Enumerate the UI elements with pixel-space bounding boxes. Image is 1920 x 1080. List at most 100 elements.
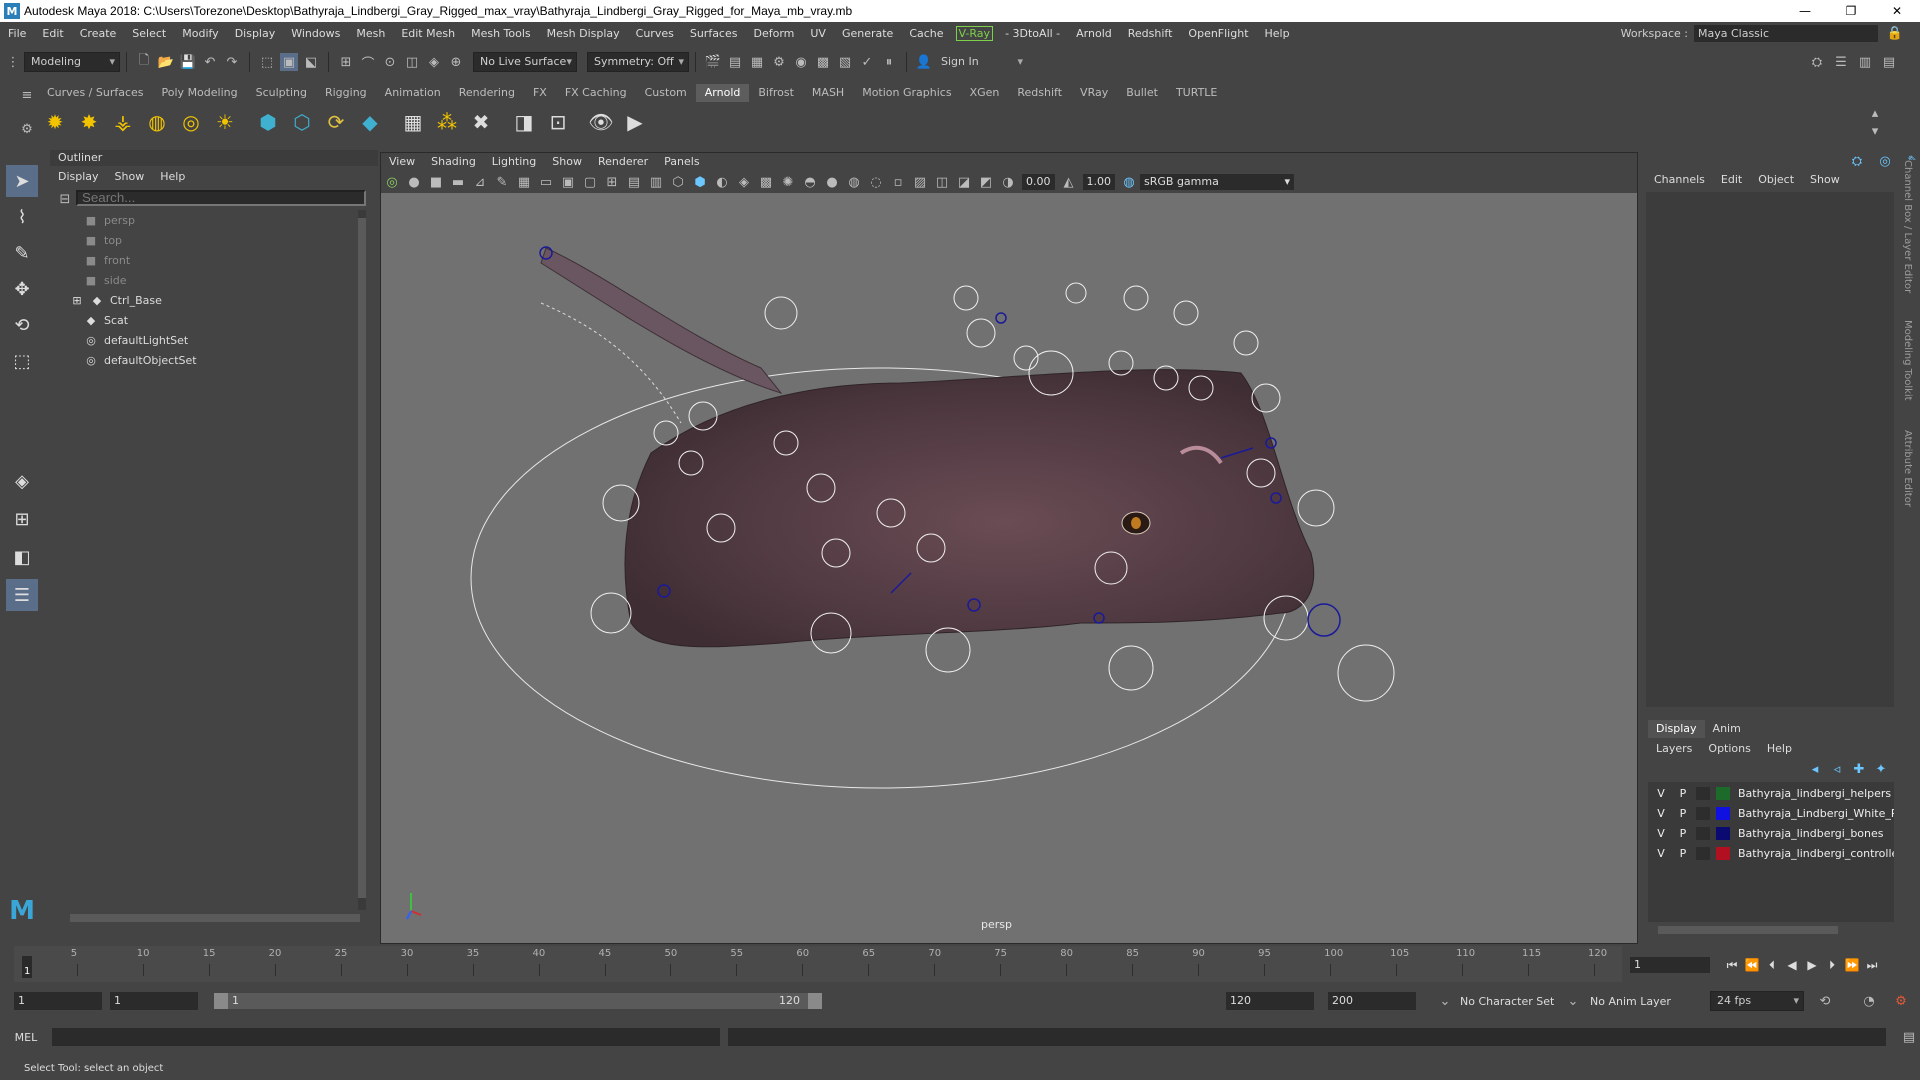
move-tool-icon[interactable]: ✥	[6, 273, 38, 305]
channel-box-settings-icon[interactable]: ◎	[1876, 152, 1894, 170]
menu-set-dropdown[interactable]: Modeling	[24, 52, 120, 72]
film-gate-icon[interactable]: ▭	[537, 173, 555, 191]
expand-icon[interactable]: ⊞	[70, 292, 84, 310]
menu-cache[interactable]: Cache	[901, 27, 951, 40]
menu-help[interactable]: Help	[1257, 27, 1298, 40]
channel-box-menu-object[interactable]: Object	[1750, 170, 1802, 190]
image-plane-icon[interactable]: ▬	[449, 173, 467, 191]
outliner-item-side[interactable]: ■ side	[84, 272, 127, 290]
joint[interactable]	[995, 312, 1007, 324]
shelf-tab-custom[interactable]: Custom	[636, 84, 696, 102]
menu-create[interactable]: Create	[72, 27, 125, 40]
outliner-item-scat[interactable]: ◆ Scat	[84, 312, 128, 330]
layer-color-swatch[interactable]	[1716, 807, 1730, 820]
time-slider[interactable]: 1 5 10 15 20 25 30 35 40 45 50 55 60 65 70 75 80 85 90 95 1…	[14, 946, 1622, 982]
menu-display[interactable]: Display	[227, 27, 284, 40]
controller[interactable]	[590, 592, 632, 634]
four-pane-layout-icon[interactable]: ⊞	[6, 503, 38, 535]
safe-title-icon[interactable]: ▥	[647, 173, 665, 191]
command-language-label[interactable]: MEL	[0, 1031, 52, 1044]
tab-display[interactable]: Display	[1648, 720, 1705, 738]
shelf-tab-redshift[interactable]: Redshift	[1008, 84, 1071, 102]
layer-playback-toggle[interactable]: P	[1676, 804, 1690, 823]
render-setup-icon[interactable]: ▩	[814, 53, 832, 71]
textured-icon[interactable]: ▩	[757, 173, 775, 191]
viewport-canvas[interactable]: persp	[381, 193, 1637, 943]
snap-curve-icon[interactable]: ⌒	[359, 53, 377, 72]
outliner-layout-icon[interactable]: ☰	[6, 579, 38, 611]
mesh-light-icon[interactable]: ✸	[75, 108, 103, 136]
ray-body-mesh[interactable]	[624, 369, 1315, 648]
live-surface-dropdown[interactable]: No Live Surface	[473, 52, 577, 72]
anim-layer-icon[interactable]: ⌄	[1564, 992, 1582, 1010]
save-scene-icon[interactable]: 💾	[179, 53, 197, 71]
layer-playback-toggle[interactable]: P	[1676, 824, 1690, 843]
undo-icon[interactable]: ↶	[201, 53, 219, 71]
menu-modify[interactable]: Modify	[174, 27, 226, 40]
toggle-channel-box-icon[interactable]: ▤	[1880, 53, 1898, 71]
export-standin-icon[interactable]: ⬡	[288, 108, 316, 136]
shelf-tab-turtle[interactable]: TURTLE	[1167, 84, 1226, 102]
grid-icon[interactable]: ▦	[515, 173, 533, 191]
anti-aliasing-icon[interactable]: ◌	[867, 173, 885, 191]
channel-box-menu-edit[interactable]: Edit	[1713, 170, 1750, 190]
safe-action-icon[interactable]: ▤	[625, 173, 643, 191]
snap-surface-icon[interactable]: ◈	[425, 53, 443, 71]
outliner-item-front[interactable]: ■ front	[84, 252, 130, 270]
light-editor-icon[interactable]: ⁂	[433, 108, 461, 136]
paint-select-tool-icon[interactable]: ✎	[6, 237, 38, 269]
lasso-tool-icon[interactable]: ⌇	[6, 201, 38, 233]
light-portal-icon[interactable]: ◎	[177, 108, 205, 136]
menu-vray[interactable]: V-Ray	[955, 25, 994, 41]
shelf-tab-curves-surfaces[interactable]: Curves / Surfaces	[38, 84, 153, 102]
field-chart-icon[interactable]: ⊞	[603, 173, 621, 191]
select-hierarchy-icon[interactable]: ⬚	[258, 53, 276, 71]
controller[interactable]	[1251, 383, 1281, 413]
range-slider[interactable]: 1 120	[214, 993, 822, 1009]
side-tab-attribute-editor[interactable]: Attribute Editor	[1902, 430, 1913, 507]
current-frame-field[interactable]: 1	[1630, 957, 1710, 973]
redo-icon[interactable]: ↷	[223, 53, 241, 71]
layer-color-swatch[interactable]	[1716, 847, 1730, 860]
render-settings-icon[interactable]: ⚙	[770, 53, 788, 71]
shelf-tab-animation[interactable]: Animation	[376, 84, 450, 102]
menu-redshift[interactable]: Redshift	[1120, 27, 1181, 40]
snap-grid-icon[interactable]: ⊞	[337, 53, 355, 71]
curve-collector-icon[interactable]: ⟳	[322, 108, 350, 136]
render-view-eye-icon[interactable]: 👁	[587, 108, 615, 136]
snap-point-icon[interactable]: ⊙	[381, 53, 399, 71]
menu-arnold[interactable]: Arnold	[1068, 27, 1120, 40]
layer-row[interactable]: V P Bathyraja_Lindbergi_White_Rig	[1648, 804, 1894, 823]
xray-components-icon[interactable]: ◩	[977, 173, 995, 191]
shelf-tab-rendering[interactable]: Rendering	[450, 84, 524, 102]
layer-row[interactable]: V P Bathyraja_lindbergi_bones	[1648, 824, 1894, 843]
outliner-menu-help[interactable]: Help	[152, 168, 193, 186]
outliner-item-persp[interactable]: ■ persp	[84, 212, 135, 230]
outliner-menu-show[interactable]: Show	[107, 168, 153, 186]
volume-icon[interactable]: ◆	[356, 108, 384, 136]
menu-deform[interactable]: Deform	[745, 27, 802, 40]
channel-box-menu-show[interactable]: Show	[1802, 170, 1848, 190]
playback-start-field[interactable]: 1	[110, 992, 198, 1010]
menu-edit[interactable]: Edit	[34, 27, 71, 40]
loop-icon[interactable]: ⟲	[1816, 992, 1834, 1010]
viewport-menu-lighting[interactable]: Lighting	[484, 153, 544, 171]
outliner-menu-display[interactable]: Display	[50, 168, 107, 186]
controller[interactable]	[1233, 330, 1259, 356]
color-management-icon[interactable]: ◍	[1120, 173, 1138, 191]
menu-mesh-display[interactable]: Mesh Display	[539, 27, 628, 40]
layer-color-swatch[interactable]	[1716, 827, 1730, 840]
ray-tail[interactable]	[540, 247, 783, 394]
shelf-tab-motion-graphics[interactable]: Motion Graphics	[853, 84, 960, 102]
controller[interactable]	[1173, 300, 1199, 326]
controller[interactable]	[653, 420, 679, 446]
channel-box-menu-channels[interactable]: Channels	[1646, 170, 1713, 190]
layer-name[interactable]: Bathyraja_lindbergi_controllers	[1738, 844, 1894, 863]
layer-display-type[interactable]	[1696, 807, 1710, 820]
close-button[interactable]: ✕	[1874, 0, 1920, 22]
auto-key-icon[interactable]: ◔	[1860, 992, 1878, 1010]
wireframe-icon[interactable]: ⬡	[669, 173, 687, 191]
shelf-tab-arnold[interactable]: Arnold	[695, 84, 750, 102]
layer-playback-toggle[interactable]: P	[1676, 844, 1690, 863]
gate-mask-icon[interactable]: ▢	[581, 173, 599, 191]
